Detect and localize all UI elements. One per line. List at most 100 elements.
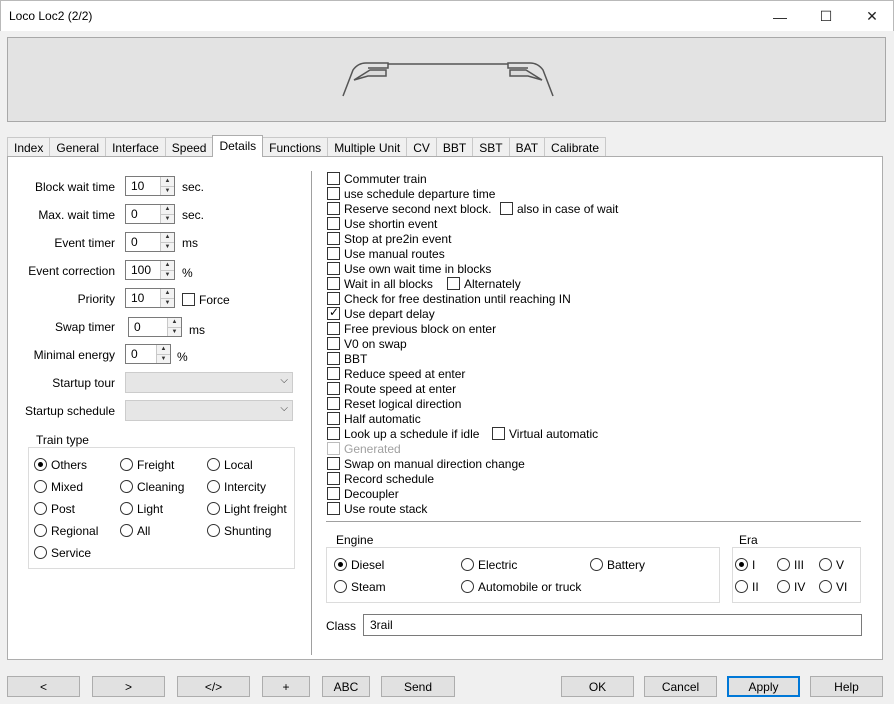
train-type-radio-regional[interactable]: Regional [34, 523, 98, 538]
wait-in-all-blocks-checkbox[interactable]: Wait in all blocks [327, 276, 433, 291]
checkbox-box[interactable] [327, 305, 340, 320]
radio-circle[interactable] [34, 502, 47, 515]
spin-up-icon[interactable]: ▲ [161, 177, 174, 186]
checkbox-box[interactable] [327, 457, 340, 470]
era-radio-v[interactable]: V [819, 557, 844, 572]
checkbox-box[interactable] [327, 172, 340, 185]
maximize-button[interactable]: ☐ [803, 1, 849, 32]
look-up-a-schedule-if-idle-checkbox[interactable]: Look up a schedule if idle [327, 426, 479, 441]
checkbox-box[interactable] [327, 217, 340, 230]
radio-circle[interactable] [207, 480, 220, 493]
ok-button[interactable]: OK [561, 676, 634, 697]
tab-sbt[interactable]: SBT [472, 137, 510, 157]
next-button[interactable]: > [92, 676, 165, 697]
spin-up-icon[interactable]: ▲ [161, 261, 174, 270]
train-type-radio-intercity[interactable]: Intercity [207, 479, 266, 494]
apply-button[interactable]: Apply [727, 676, 800, 697]
checkbox-box[interactable] [327, 382, 340, 395]
tab-index[interactable]: Index [7, 137, 51, 157]
spin-down-icon[interactable]: ▼ [161, 270, 174, 279]
decoupler-checkbox[interactable]: Decoupler [327, 486, 399, 501]
event-timer-input[interactable]: 0 ▲ ▼ [125, 232, 175, 252]
reserve-second-next-block-checkbox[interactable]: Reserve second next block. [327, 201, 491, 216]
radio-circle[interactable] [120, 524, 133, 537]
engine-radio-steam[interactable]: Steam [334, 579, 386, 594]
spin-down-icon[interactable]: ▼ [161, 298, 174, 307]
checkbox-box[interactable] [327, 262, 340, 275]
tab-bat[interactable]: BAT [508, 137, 546, 157]
radio-circle[interactable] [34, 458, 47, 471]
class-input[interactable]: 3rail [363, 614, 862, 636]
radio-circle[interactable] [120, 480, 133, 493]
engine-radio-automobile-or-truck[interactable]: Automobile or truck [461, 579, 581, 594]
era-radio-iv[interactable]: IV [777, 579, 805, 594]
abc-button[interactable]: ABC [322, 676, 370, 697]
radio-circle[interactable] [334, 558, 347, 571]
checkbox-box[interactable] [182, 293, 195, 306]
half-automatic-checkbox[interactable]: Half automatic [327, 411, 421, 426]
max-wait-time-input[interactable]: 0 ▲ ▼ [125, 204, 175, 224]
commuter-train-checkbox[interactable]: Commuter train [327, 171, 427, 186]
startup-schedule-select[interactable]: ⌵ [125, 400, 293, 421]
checkbox-box[interactable] [327, 367, 340, 380]
spin-up-icon[interactable]: ▲ [161, 289, 174, 298]
radio-circle[interactable] [207, 524, 220, 537]
train-type-radio-shunting[interactable]: Shunting [207, 523, 271, 538]
checkbox-box[interactable] [492, 427, 505, 440]
train-type-radio-mixed[interactable]: Mixed [34, 479, 83, 494]
checkbox-box[interactable] [327, 397, 340, 410]
checkbox-box[interactable] [500, 202, 513, 215]
chevron-down-icon[interactable]: ⌵ [280, 403, 288, 414]
radio-circle[interactable] [777, 580, 790, 593]
checkbox-box[interactable] [327, 292, 340, 305]
minimal-energy-input[interactable]: 0 ▲ ▼ [125, 344, 171, 364]
radio-circle[interactable] [120, 502, 133, 515]
radio-circle[interactable] [34, 480, 47, 493]
free-previous-block-on-enter-checkbox[interactable]: Free previous block on enter [327, 321, 496, 336]
train-type-radio-all[interactable]: All [120, 523, 150, 538]
swap-timer-input[interactable]: 0 ▲ ▼ [128, 317, 182, 337]
event-correction-input[interactable]: 100 ▲ ▼ [125, 260, 175, 280]
train-type-radio-cleaning[interactable]: Cleaning [120, 479, 184, 494]
spin-down-icon[interactable]: ▼ [161, 214, 174, 223]
radio-circle[interactable] [120, 458, 133, 471]
train-type-radio-local[interactable]: Local [207, 457, 253, 472]
spin-up-icon[interactable]: ▲ [161, 233, 174, 242]
tab-details[interactable]: Details [212, 135, 264, 157]
checkbox-box[interactable] [327, 487, 340, 500]
train-type-radio-others[interactable]: Others [34, 457, 87, 472]
route-speed-at-enter-checkbox[interactable]: Route speed at enter [327, 381, 456, 396]
use-depart-delay-checkbox[interactable]: Use depart delay [327, 305, 435, 321]
era-radio-i[interactable]: I [735, 557, 755, 572]
era-radio-ii[interactable]: II [735, 579, 759, 594]
radio-circle[interactable] [461, 558, 474, 571]
also-in-case-of-wait-checkbox[interactable]: also in case of wait [500, 201, 618, 216]
chevron-down-icon[interactable]: ⌵ [280, 375, 288, 386]
radio-circle[interactable] [590, 558, 603, 571]
tab-multiple-unit[interactable]: Multiple Unit [327, 137, 408, 157]
tab-cv[interactable]: CV [406, 137, 437, 157]
spin-down-icon[interactable]: ▼ [157, 354, 170, 363]
spin-up-icon[interactable]: ▲ [157, 345, 170, 354]
radio-circle[interactable] [34, 524, 47, 537]
help-button[interactable]: Help [810, 676, 883, 697]
tab-general[interactable]: General [49, 137, 107, 157]
checkbox-box[interactable] [327, 502, 340, 515]
alternately-checkbox[interactable]: Alternately [447, 276, 521, 291]
send-button[interactable]: Send [381, 676, 455, 697]
reduce-speed-at-enter-checkbox[interactable]: Reduce speed at enter [327, 366, 465, 381]
use-route-stack-checkbox[interactable]: Use route stack [327, 501, 427, 516]
use-schedule-departure-time-checkbox[interactable]: use schedule departure time [327, 186, 495, 201]
startup-tour-select[interactable]: ⌵ [125, 372, 293, 393]
bbt-checkbox[interactable]: BBT [327, 351, 367, 366]
spin-up-icon[interactable]: ▲ [168, 318, 181, 327]
train-type-radio-light-freight[interactable]: Light freight [207, 501, 287, 516]
use-manual-routes-checkbox[interactable]: Use manual routes [327, 246, 445, 261]
radio-circle[interactable] [819, 558, 832, 571]
cancel-button[interactable]: Cancel [644, 676, 717, 697]
tab-bbt[interactable]: BBT [435, 137, 474, 157]
radio-circle[interactable] [735, 580, 748, 593]
checkbox-box[interactable] [327, 352, 340, 365]
previous-button[interactable]: < [7, 676, 80, 697]
checkbox-box[interactable] [327, 187, 340, 200]
